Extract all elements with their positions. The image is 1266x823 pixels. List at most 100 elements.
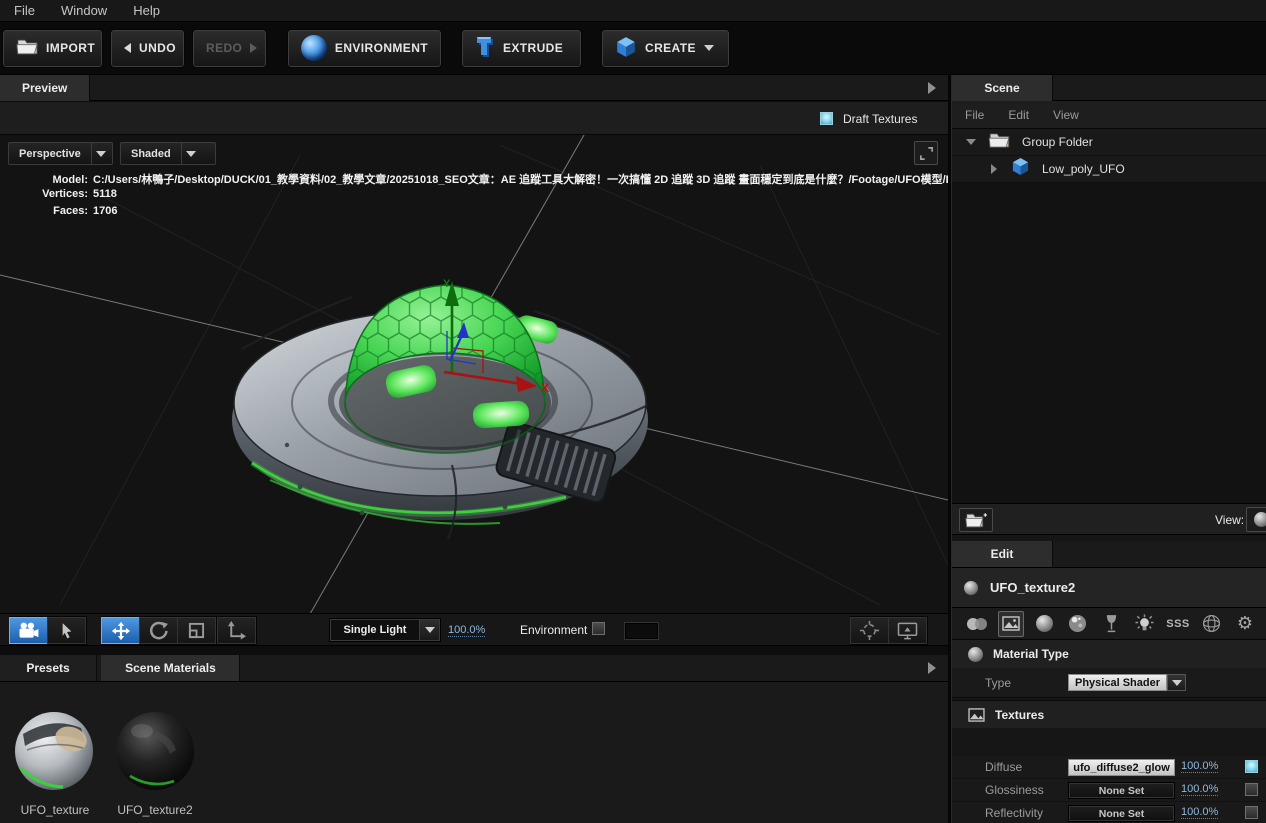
scene-menu-edit[interactable]: Edit [1008, 108, 1029, 122]
tree-row-low-poly-ufo[interactable]: Low_poly_UFO [952, 156, 1266, 183]
transparency-glass-icon[interactable] [1098, 611, 1124, 637]
reset-camera-button[interactable] [850, 617, 889, 644]
model-path-value: C:/Users/林鴨子/Desktop/DUCK/01_教學資料/02_教學文… [93, 174, 948, 186]
menu-help[interactable]: Help [133, 3, 160, 18]
texture-row-glossiness: Glossiness None Set 100.0% [952, 779, 1266, 802]
view-mode-dropdown[interactable]: Perspective [8, 142, 113, 165]
tab-scene-materials[interactable]: Scene Materials [101, 655, 240, 681]
sphere-icon [968, 647, 983, 662]
scene-menu-file[interactable]: File [965, 108, 984, 122]
undo-label: UNDO [139, 41, 176, 55]
textures-section-header[interactable]: Textures [952, 700, 1266, 728]
material-type-section-header[interactable]: Material Type [952, 640, 1266, 668]
main-toolbar: IMPORT UNDO REDO ENVIRONMENT EXTRUDE [0, 22, 1266, 75]
reflection-sphere-icon[interactable] [1065, 611, 1091, 637]
illumination-bulb-icon[interactable] [1132, 611, 1158, 637]
glossiness-checkbox[interactable] [1245, 783, 1258, 796]
light-mode-dropdown[interactable]: Single Light [330, 619, 440, 641]
environment-button[interactable]: ENVIRONMENT [288, 30, 441, 67]
scene-menu-view[interactable]: View [1053, 108, 1079, 122]
diffuse-percent[interactable]: 100.0% [1181, 760, 1218, 773]
model-path-info: Model:C:/Users/林鴨子/Desktop/DUCK/01_教學資料/… [0, 171, 948, 187]
image-icon [968, 708, 985, 722]
faces-value: 1706 [93, 205, 117, 217]
tab-edit[interactable]: Edit [952, 541, 1053, 567]
folder-plus-icon [965, 512, 987, 529]
rotate-tool-button[interactable] [139, 617, 178, 644]
scale-tool-button[interactable] [177, 617, 216, 644]
shader-type-dropdown-arrow[interactable] [1167, 674, 1186, 691]
glossiness-percent[interactable]: 100.0% [1181, 783, 1218, 796]
environment-checkbox[interactable] [592, 622, 605, 635]
output-preview-button[interactable] [888, 617, 927, 644]
environment-toggle-label: Environment [520, 623, 587, 637]
preview-tab-label: Preview [22, 81, 67, 95]
rotate-icon [149, 621, 168, 640]
sss-icon[interactable]: SSS [1165, 611, 1191, 637]
chevron-down-icon[interactable] [966, 139, 976, 145]
environment-sphere-icon [301, 35, 327, 61]
select-tool-button[interactable] [47, 617, 86, 644]
redo-label: REDO [206, 41, 242, 55]
vertices-info: Vertices:5118 [0, 188, 117, 200]
tab-preview[interactable]: Preview [0, 75, 90, 101]
panel-expand-arrow-icon[interactable] [928, 662, 936, 674]
tab-scene[interactable]: Scene [952, 75, 1053, 101]
panel-expand-arrow-icon[interactable] [928, 82, 936, 94]
move-tool-button[interactable] [101, 617, 140, 644]
diffuse-map-button[interactable]: ufo_diffuse2_glow [1068, 759, 1175, 776]
diffuse-sphere-icon[interactable] [1031, 611, 1057, 637]
extrude-button[interactable]: EXTRUDE [462, 30, 581, 67]
edit-tabbar: Edit [952, 541, 1266, 568]
axis-icon [227, 621, 246, 640]
create-dropdown-icon [704, 45, 714, 51]
material-name-label: UFO_texture2 [100, 803, 210, 817]
light-intensity-value[interactable]: 100.0% [448, 624, 485, 637]
camera-icon [17, 622, 40, 639]
folder-icon [16, 38, 38, 58]
menu-window[interactable]: Window [61, 3, 107, 18]
wireframe-sphere-icon[interactable] [1199, 611, 1225, 637]
diffuse-checkbox[interactable] [1245, 760, 1258, 773]
scene-menu-bar: File Edit View [952, 101, 1266, 129]
draft-textures-checkbox[interactable] [820, 112, 833, 125]
menu-file[interactable]: File [14, 3, 35, 18]
glossiness-map-button[interactable]: None Set [1068, 782, 1175, 799]
create-label: CREATE [645, 41, 696, 55]
reflectivity-map-button[interactable]: None Set [1068, 805, 1175, 822]
axis-mode-button[interactable] [217, 617, 256, 644]
scene-tree-empty-area[interactable] [952, 183, 1266, 503]
add-group-folder-button[interactable] [959, 508, 993, 532]
environment-color-swatch[interactable] [625, 623, 658, 639]
reflectivity-percent[interactable]: 100.0% [1181, 806, 1218, 819]
shader-type-dropdown[interactable]: Physical Shader [1068, 674, 1167, 691]
import-button[interactable]: IMPORT [3, 30, 102, 67]
chevron-down-icon [425, 627, 435, 633]
viewport-3d[interactable]: Y X Perspective Shaded Model:C:/Users/林鴨… [0, 135, 948, 613]
basic-settings-icon[interactable] [964, 611, 990, 637]
undo-button[interactable]: UNDO [111, 30, 184, 67]
tab-presets[interactable]: Presets [0, 655, 97, 681]
ufo-3d-scene: Y X [0, 135, 948, 613]
material-thumb-ufo-texture[interactable] [13, 710, 95, 792]
shading-mode-dropdown[interactable]: Shaded [120, 142, 216, 165]
material-thumb-ufo-texture2[interactable] [114, 710, 196, 792]
chevron-down-icon [186, 151, 196, 157]
reflectivity-checkbox[interactable] [1245, 806, 1258, 819]
textures-tab-icon[interactable] [998, 611, 1024, 637]
redo-button[interactable]: REDO [193, 30, 266, 67]
chevron-right-icon[interactable] [991, 164, 997, 174]
texture-row-diffuse: Diffuse ufo_diffuse2_glow 100.0% [952, 756, 1266, 779]
extrude-label: EXTRUDE [503, 41, 563, 55]
viewport-expand-button[interactable] [914, 141, 938, 165]
element3d-scene-setup-window: File Window Help IMPORT UNDO REDO ENVIRO… [0, 0, 1266, 823]
materials-tabbar: Presets Scene Materials [0, 655, 948, 682]
view-sphere-button[interactable] [1246, 507, 1266, 532]
gear-icon[interactable]: ⚙ [1232, 611, 1258, 637]
material-name-title: UFO_texture2 [990, 580, 1075, 595]
create-button[interactable]: CREATE [602, 30, 729, 67]
ufo-texture2-sphere [114, 710, 196, 792]
expand-icon [919, 146, 934, 161]
camera-tool-button[interactable] [9, 617, 48, 644]
tree-row-group-folder[interactable]: Group Folder [952, 129, 1266, 156]
